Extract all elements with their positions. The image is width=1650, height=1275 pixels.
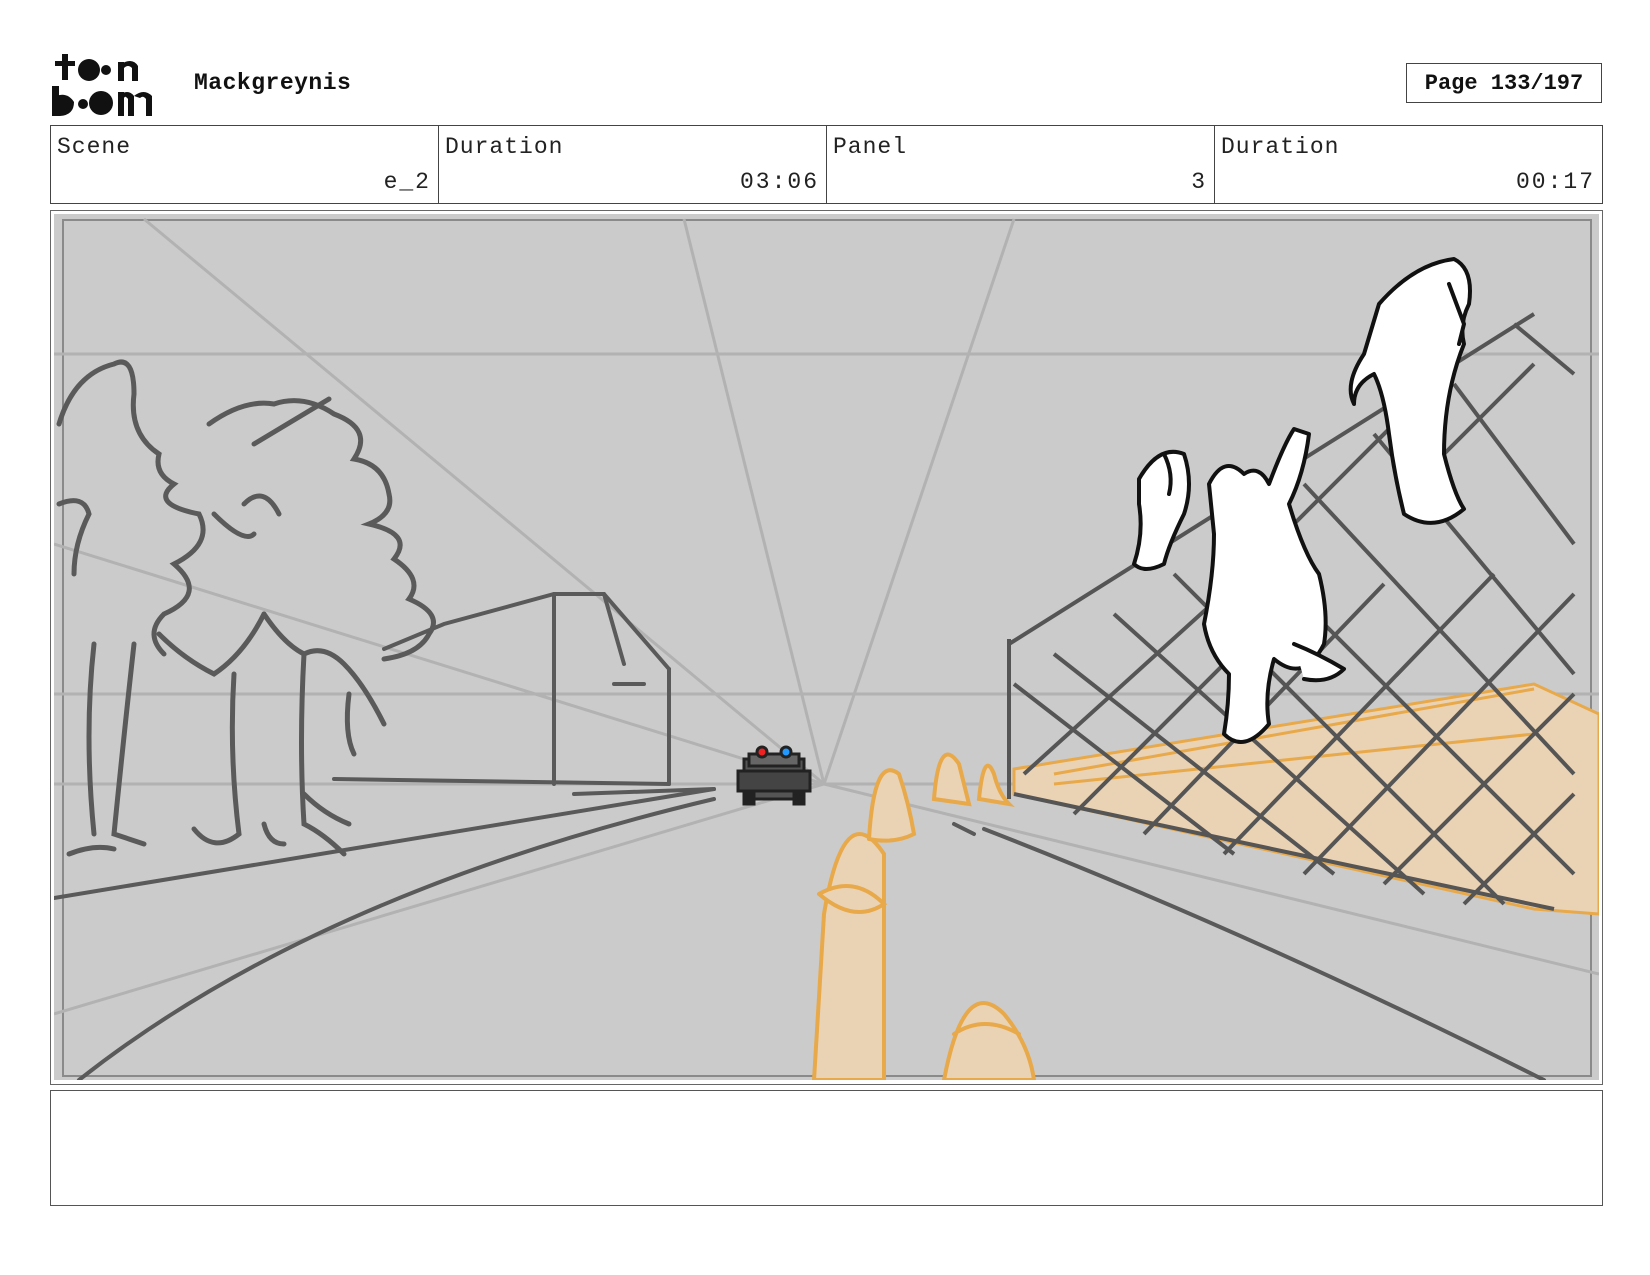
panel-duration-value: 00:17 xyxy=(1515,169,1595,195)
scene-label: Scene xyxy=(57,134,132,160)
police-car xyxy=(736,745,812,806)
page-label: Page 133/197 xyxy=(1424,70,1584,96)
panel-label: Panel xyxy=(833,134,908,160)
panel-cell: Panel 3 xyxy=(827,126,1215,203)
page-indicator: Page 133/197 xyxy=(1406,63,1602,103)
panel-duration-cell: Duration 00:17 xyxy=(1215,126,1602,203)
panel-drawing xyxy=(54,214,1599,1080)
scene-duration-value: 03:06 xyxy=(739,169,819,195)
scene-duration-cell: Duration 03:06 xyxy=(439,126,827,203)
panel-notes-box xyxy=(50,1090,1603,1206)
panel-duration-label: Duration xyxy=(1221,134,1340,160)
panel-value: 3 xyxy=(1191,169,1207,195)
scene-duration-label: Duration xyxy=(445,134,564,160)
storyboard-panel xyxy=(50,210,1603,1085)
scene-value: e_2 xyxy=(383,169,431,195)
toon-boom-logo-icon xyxy=(52,52,172,118)
scene-cell: Scene e_2 xyxy=(51,126,439,203)
project-name: Mackgreynis xyxy=(194,70,352,96)
scene-info-table: Scene e_2 Duration 03:06 Panel 3 Duratio… xyxy=(50,125,1603,204)
